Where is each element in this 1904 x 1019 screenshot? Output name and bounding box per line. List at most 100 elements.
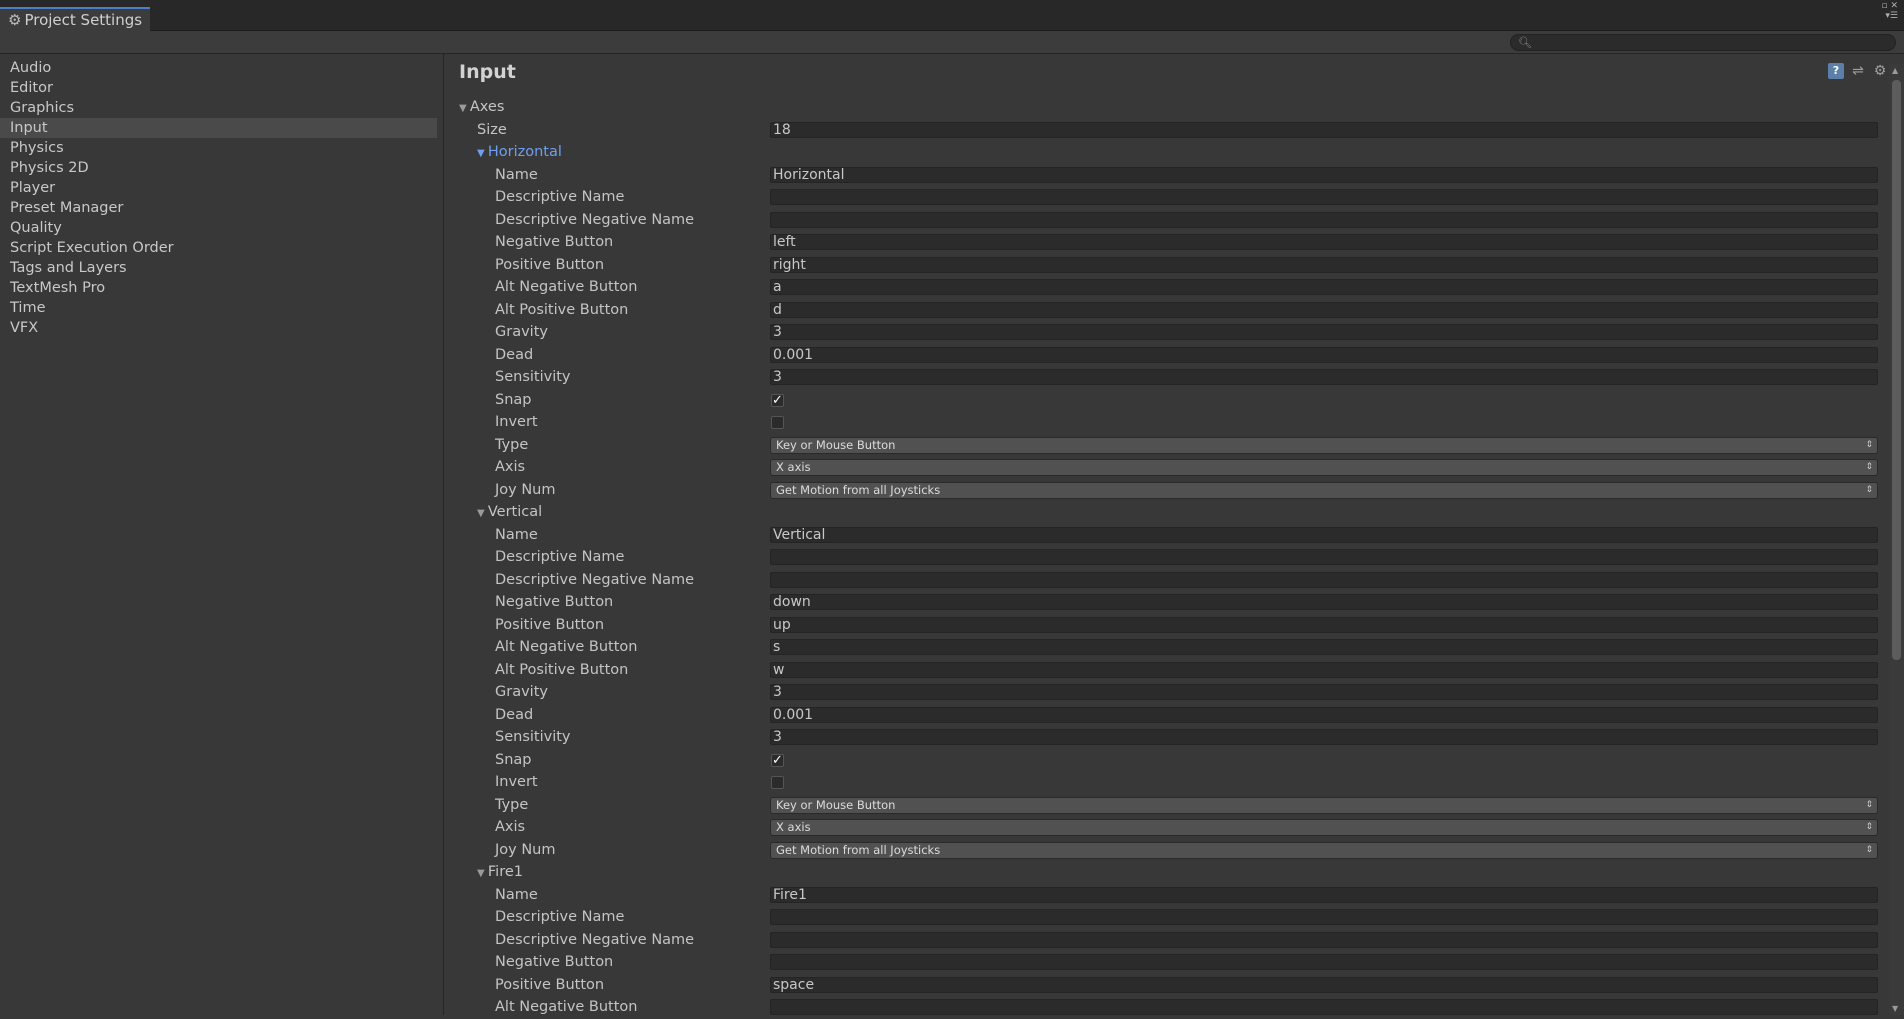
descriptive-negative-name-input[interactable] (770, 931, 1878, 948)
joy-num-dropdown[interactable]: Get Motion from all Joysticks ⇕ (770, 841, 1878, 859)
name-input[interactable]: Vertical (770, 526, 1878, 543)
descriptive-negative-name-input[interactable] (770, 211, 1878, 228)
field-label: Descriptive Negative Name (495, 931, 695, 948)
size-input[interactable]: 18 (770, 121, 1878, 138)
sidebar-item-graphics[interactable]: Graphics (0, 98, 443, 118)
dropdown-value: Key or Mouse Button (776, 797, 896, 812)
invert-checkbox[interactable] (771, 416, 784, 429)
search-field[interactable]: 🔍︎ (1510, 34, 1896, 51)
sidebar-item-tags-and-layers[interactable]: Tags and Layers (0, 258, 443, 278)
window-menu-icon[interactable]: ▾☰ (1885, 11, 1898, 21)
type-dropdown[interactable]: Key or Mouse Button ⇕ (770, 796, 1878, 814)
alt-negative-button-input[interactable] (770, 999, 1878, 1015)
type-dropdown[interactable]: Key or Mouse Button ⇕ (770, 436, 1878, 454)
name-input[interactable]: Fire1 (770, 886, 1878, 903)
tab-title: Project Settings (24, 11, 143, 29)
field-label: Joy Num (495, 481, 556, 498)
header-icons: ? ⇌ ⚙ (1828, 63, 1888, 79)
sidebar-item-textmesh-pro[interactable]: TextMesh Pro (0, 278, 443, 298)
field-row-gravity: Gravity 3 (445, 681, 1885, 704)
sidebar-item-script-execution-order[interactable]: Script Execution Order (0, 238, 443, 258)
settings-sidebar: Audio Editor Graphics Input Physics Physics 2… (0, 54, 444, 1015)
axis-foldout-horizontal[interactable]: ▼ Horizontal (477, 141, 562, 165)
window-controls: ▫ ✕ ▾☰ (1864, 1, 1898, 29)
field-label: Axis (495, 819, 526, 835)
sidebar-item-input[interactable]: Input (0, 118, 437, 138)
descriptive-name-input[interactable] (770, 549, 1878, 565)
field-row-sensitivity: Sensitivity 3 (445, 726, 1885, 749)
scroll-thumb[interactable] (1892, 80, 1901, 660)
sidebar-item-vfx[interactable]: VFX (0, 318, 443, 338)
input-axes-list: ▼ Axes Size 18 ▼ Horizontal Name Horizontal De… (445, 96, 1885, 1019)
maximize-icon[interactable]: ▫ (1881, 1, 1887, 11)
field-row-dead: Dead 0.001 (445, 344, 1885, 367)
gravity-input[interactable]: 3 (770, 324, 1878, 340)
field-label: Gravity (495, 324, 548, 340)
sensitivity-input[interactable]: 3 (770, 369, 1878, 385)
field-label: Snap (495, 391, 532, 408)
invert-checkbox[interactable] (771, 776, 784, 789)
axes-foldout[interactable]: ▼ Axes (459, 96, 504, 120)
tab-project-settings[interactable]: ⚙ Project Settings (0, 7, 150, 31)
field-row-joy-num: Joy Num Get Motion from all Joysticks ⇕ (445, 839, 1885, 862)
sidebar-item-physics[interactable]: Physics (0, 138, 443, 158)
sidebar-item-quality[interactable]: Quality (0, 218, 443, 238)
checkmark-icon: ✓ (772, 392, 783, 408)
positive-button-input[interactable]: space (770, 976, 1878, 993)
field-row-name: Name Vertical (445, 524, 1885, 547)
field-row-name: Name Horizontal (445, 164, 1885, 187)
gravity-input[interactable]: 3 (770, 684, 1878, 700)
axis-dropdown[interactable]: X axis ⇕ (770, 819, 1878, 836)
axis-dropdown[interactable]: X axis ⇕ (770, 459, 1878, 476)
negative-button-input[interactable]: down (770, 594, 1878, 610)
negative-button-input[interactable] (770, 954, 1878, 970)
alt-positive-button-input[interactable]: w (770, 661, 1878, 678)
field-row-descriptive-negative-name: Descriptive Negative Name (445, 929, 1885, 952)
checkmark-icon: ✓ (772, 752, 783, 768)
help-book-icon[interactable]: ? (1828, 63, 1844, 79)
scroll-up-arrow-icon[interactable]: ▲ (1892, 66, 1898, 75)
sensitivity-input[interactable]: 3 (770, 729, 1878, 745)
field-row-descriptive-negative-name: Descriptive Negative Name (445, 209, 1885, 232)
dead-input[interactable]: 0.001 (770, 706, 1878, 723)
sidebar-item-time[interactable]: Time (0, 298, 443, 318)
negative-button-input[interactable]: left (770, 234, 1878, 250)
sidebar-item-editor[interactable]: Editor (0, 78, 443, 98)
field-row-snap: Snap ✓ (445, 749, 1885, 772)
descriptive-negative-name-input[interactable] (770, 571, 1878, 588)
dropdown-arrows-icon: ⇕ (1865, 822, 1873, 832)
snap-checkbox[interactable]: ✓ (771, 752, 784, 768)
positive-button-input[interactable]: right (770, 256, 1878, 273)
name-input[interactable]: Horizontal (770, 166, 1878, 183)
fold-arrow-down-icon: ▼ (477, 148, 488, 159)
axis-foldout-vertical[interactable]: ▼ Vertical (477, 501, 542, 525)
alt-negative-button-input[interactable]: s (770, 639, 1878, 655)
field-label: Alt Negative Button (495, 279, 638, 295)
sidebar-item-preset-manager[interactable]: Preset Manager (0, 198, 443, 218)
field-label: Snap (495, 751, 532, 768)
field-label: Axis (495, 459, 526, 475)
field-row-positive-button: Positive Button space (445, 974, 1885, 997)
sidebar-item-player[interactable]: Player (0, 178, 443, 198)
descriptive-name-input[interactable] (770, 909, 1878, 925)
sidebar-item-audio[interactable]: Audio (0, 58, 443, 78)
alt-negative-button-input[interactable]: a (770, 279, 1878, 295)
descriptive-name-input[interactable] (770, 189, 1878, 205)
joy-num-dropdown[interactable]: Get Motion from all Joysticks ⇕ (770, 481, 1878, 499)
close-icon[interactable]: ✕ (1890, 1, 1898, 11)
field-row-name: Name Fire1 (445, 884, 1885, 907)
axis-header-label: Horizontal (487, 144, 562, 160)
axis-foldout-fire1[interactable]: ▼ Fire1 (477, 861, 523, 885)
snap-checkbox[interactable]: ✓ (771, 392, 784, 408)
vertical-scrollbar[interactable]: ▲ ▼ (1889, 64, 1904, 1015)
dead-input[interactable]: 0.001 (770, 346, 1878, 363)
field-label: Descriptive Name (495, 549, 625, 565)
settings-gear-icon[interactable]: ⚙ (1872, 63, 1888, 79)
title-bar: ⚙ Project Settings ▫ ✕ ▾☰ (0, 0, 1904, 31)
preset-sliders-icon[interactable]: ⇌ (1850, 63, 1866, 79)
sidebar-item-physics-2d[interactable]: Physics 2D (0, 158, 443, 178)
fold-arrow-down-icon: ▼ (477, 508, 488, 519)
scroll-down-arrow-icon[interactable]: ▼ (1892, 1004, 1898, 1013)
alt-positive-button-input[interactable]: d (770, 301, 1878, 318)
positive-button-input[interactable]: up (770, 616, 1878, 633)
